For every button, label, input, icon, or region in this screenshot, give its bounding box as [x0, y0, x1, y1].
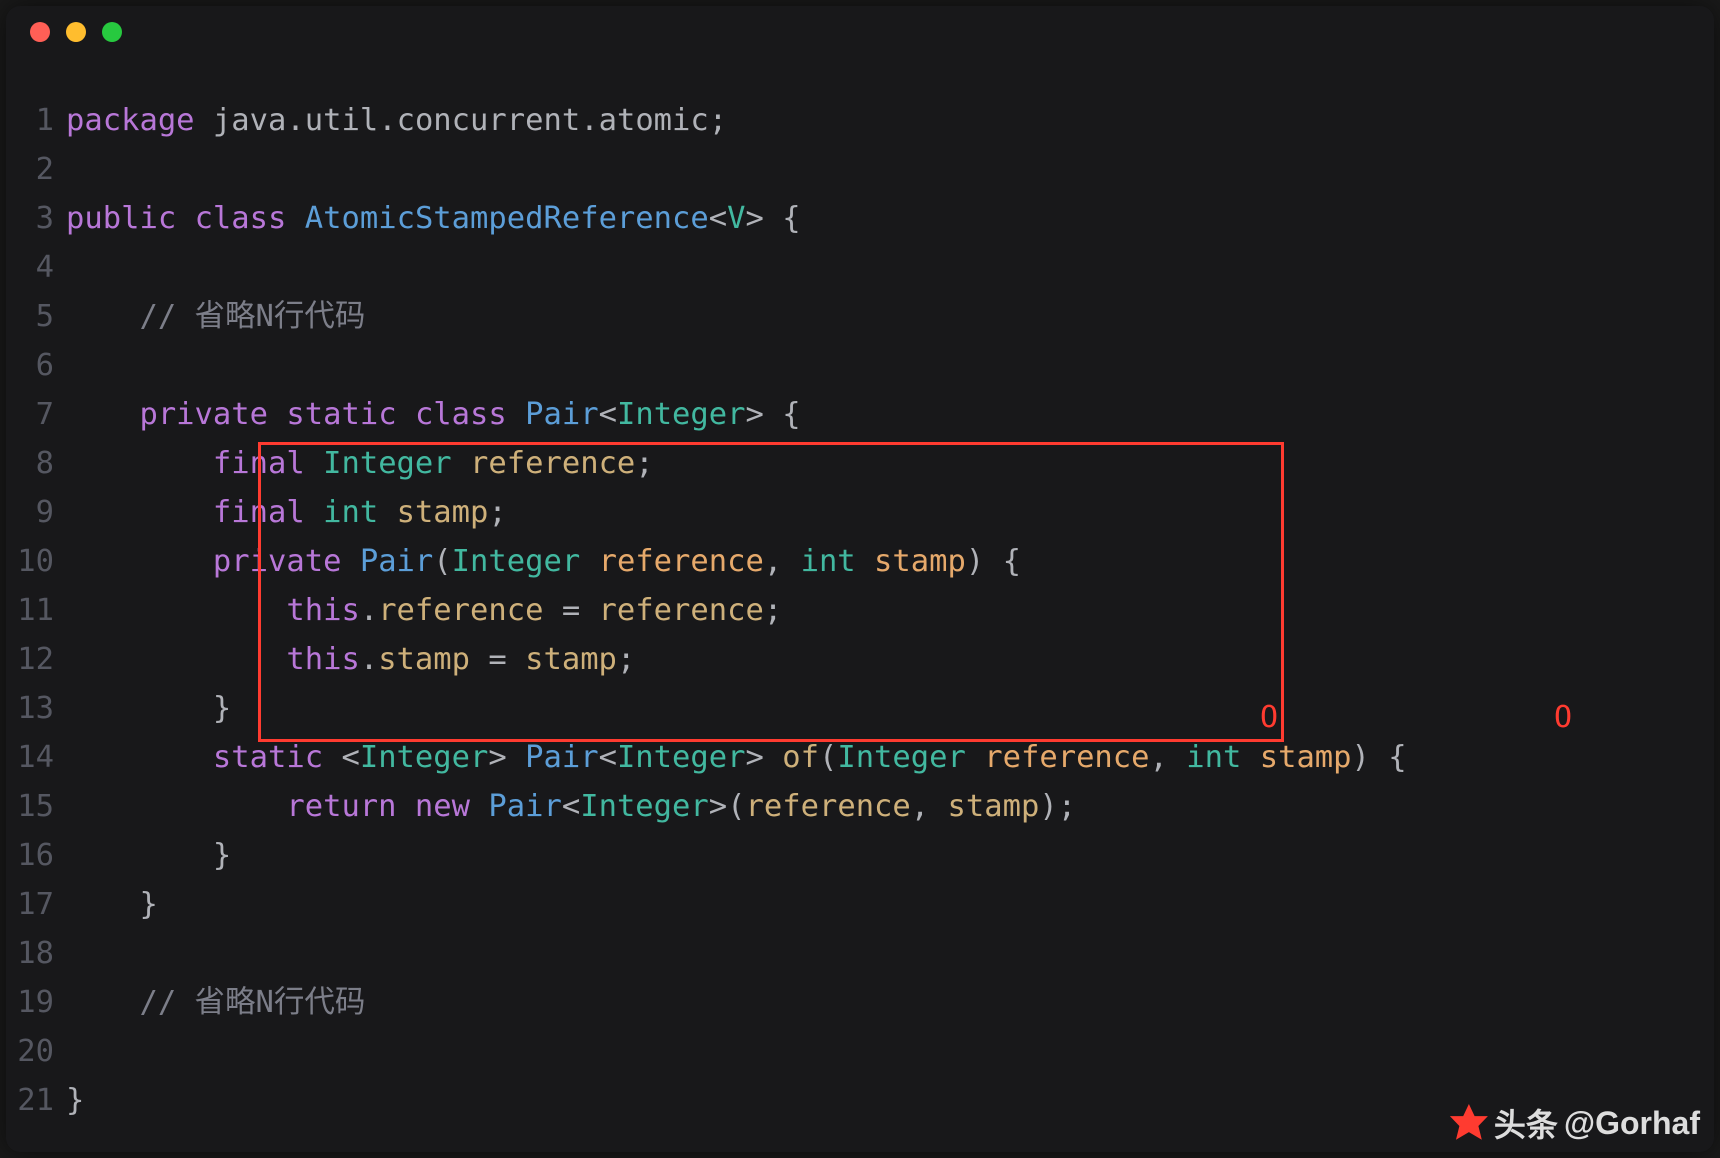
code-line[interactable]: 9 final int stamp; — [16, 488, 1714, 537]
code-content[interactable]: } — [66, 1076, 84, 1125]
code-content[interactable]: } — [66, 684, 231, 733]
code-window: 1package java.util.concurrent.atomic;23p… — [6, 6, 1714, 1152]
line-number: 3 — [16, 194, 66, 243]
code-line[interactable]: 2 — [16, 145, 1714, 194]
code-line[interactable]: 20 — [16, 1027, 1714, 1076]
line-number: 19 — [16, 978, 66, 1027]
code-content[interactable]: private Pair(Integer reference, int stam… — [66, 537, 1021, 586]
code-content[interactable]: // 省略N行代码 — [66, 978, 365, 1027]
code-line[interactable]: 5 // 省略N行代码 — [16, 292, 1714, 341]
code-line[interactable]: 3public class AtomicStampedReference<V> … — [16, 194, 1714, 243]
code-line[interactable]: 19 // 省略N行代码 — [16, 978, 1714, 1027]
toutiao-icon — [1450, 1104, 1488, 1142]
code-line[interactable]: 14 static <Integer> Pair<Integer> of(Int… — [16, 733, 1714, 782]
minimize-icon[interactable] — [66, 22, 86, 42]
annotation-marker-0: O — [1260, 700, 1278, 735]
line-number: 10 — [16, 537, 66, 586]
code-line[interactable]: 18 — [16, 929, 1714, 978]
code-line[interactable]: 6 — [16, 341, 1714, 390]
line-number: 1 — [16, 96, 66, 145]
window-titlebar — [6, 6, 1714, 58]
line-number: 11 — [16, 586, 66, 635]
line-number: 6 — [16, 341, 66, 390]
code-content[interactable]: this.stamp = stamp; — [66, 635, 635, 684]
line-number: 18 — [16, 929, 66, 978]
code-content[interactable]: public class AtomicStampedReference<V> { — [66, 194, 801, 243]
code-content[interactable]: final Integer reference; — [66, 439, 654, 488]
line-number: 5 — [16, 292, 66, 341]
code-line[interactable]: 12 this.stamp = stamp; — [16, 635, 1714, 684]
code-content[interactable]: } — [66, 880, 158, 929]
code-content[interactable]: private static class Pair<Integer> { — [66, 390, 801, 439]
line-number: 14 — [16, 733, 66, 782]
annotation-marker-1: O — [1554, 700, 1572, 735]
line-number: 2 — [16, 145, 66, 194]
line-number: 12 — [16, 635, 66, 684]
code-content[interactable]: return new Pair<Integer>(reference, stam… — [66, 782, 1076, 831]
line-number: 21 — [16, 1076, 66, 1125]
code-line[interactable]: 4 — [16, 243, 1714, 292]
line-number: 9 — [16, 488, 66, 537]
code-content[interactable]: } — [66, 831, 231, 880]
line-number: 20 — [16, 1027, 66, 1076]
code-line[interactable]: 10 private Pair(Integer reference, int s… — [16, 537, 1714, 586]
code-line[interactable]: 15 return new Pair<Integer>(reference, s… — [16, 782, 1714, 831]
code-line[interactable]: 13 } — [16, 684, 1714, 733]
code-line[interactable]: 11 this.reference = reference; — [16, 586, 1714, 635]
code-line[interactable]: 8 final Integer reference; — [16, 439, 1714, 488]
line-number: 7 — [16, 390, 66, 439]
line-number: 8 — [16, 439, 66, 488]
line-number: 17 — [16, 880, 66, 929]
watermark-handle: @Gorhaf — [1564, 1105, 1700, 1142]
code-line[interactable]: 17 } — [16, 880, 1714, 929]
zoom-icon[interactable] — [102, 22, 122, 42]
code-content[interactable]: final int stamp; — [66, 488, 507, 537]
code-content[interactable]: package java.util.concurrent.atomic; — [66, 96, 727, 145]
code-editor[interactable]: 1package java.util.concurrent.atomic;23p… — [6, 58, 1714, 1125]
code-line[interactable]: 16 } — [16, 831, 1714, 880]
line-number: 13 — [16, 684, 66, 733]
watermark-brand: 头条 — [1494, 1100, 1558, 1146]
code-content[interactable]: this.reference = reference; — [66, 586, 782, 635]
code-content[interactable]: static <Integer> Pair<Integer> of(Intege… — [66, 733, 1407, 782]
line-number: 4 — [16, 243, 66, 292]
line-number: 16 — [16, 831, 66, 880]
watermark: 头条 @Gorhaf — [1450, 1100, 1700, 1146]
close-icon[interactable] — [30, 22, 50, 42]
code-line[interactable]: 7 private static class Pair<Integer> { — [16, 390, 1714, 439]
code-content[interactable]: // 省略N行代码 — [66, 292, 365, 341]
code-line[interactable]: 1package java.util.concurrent.atomic; — [16, 96, 1714, 145]
line-number: 15 — [16, 782, 66, 831]
